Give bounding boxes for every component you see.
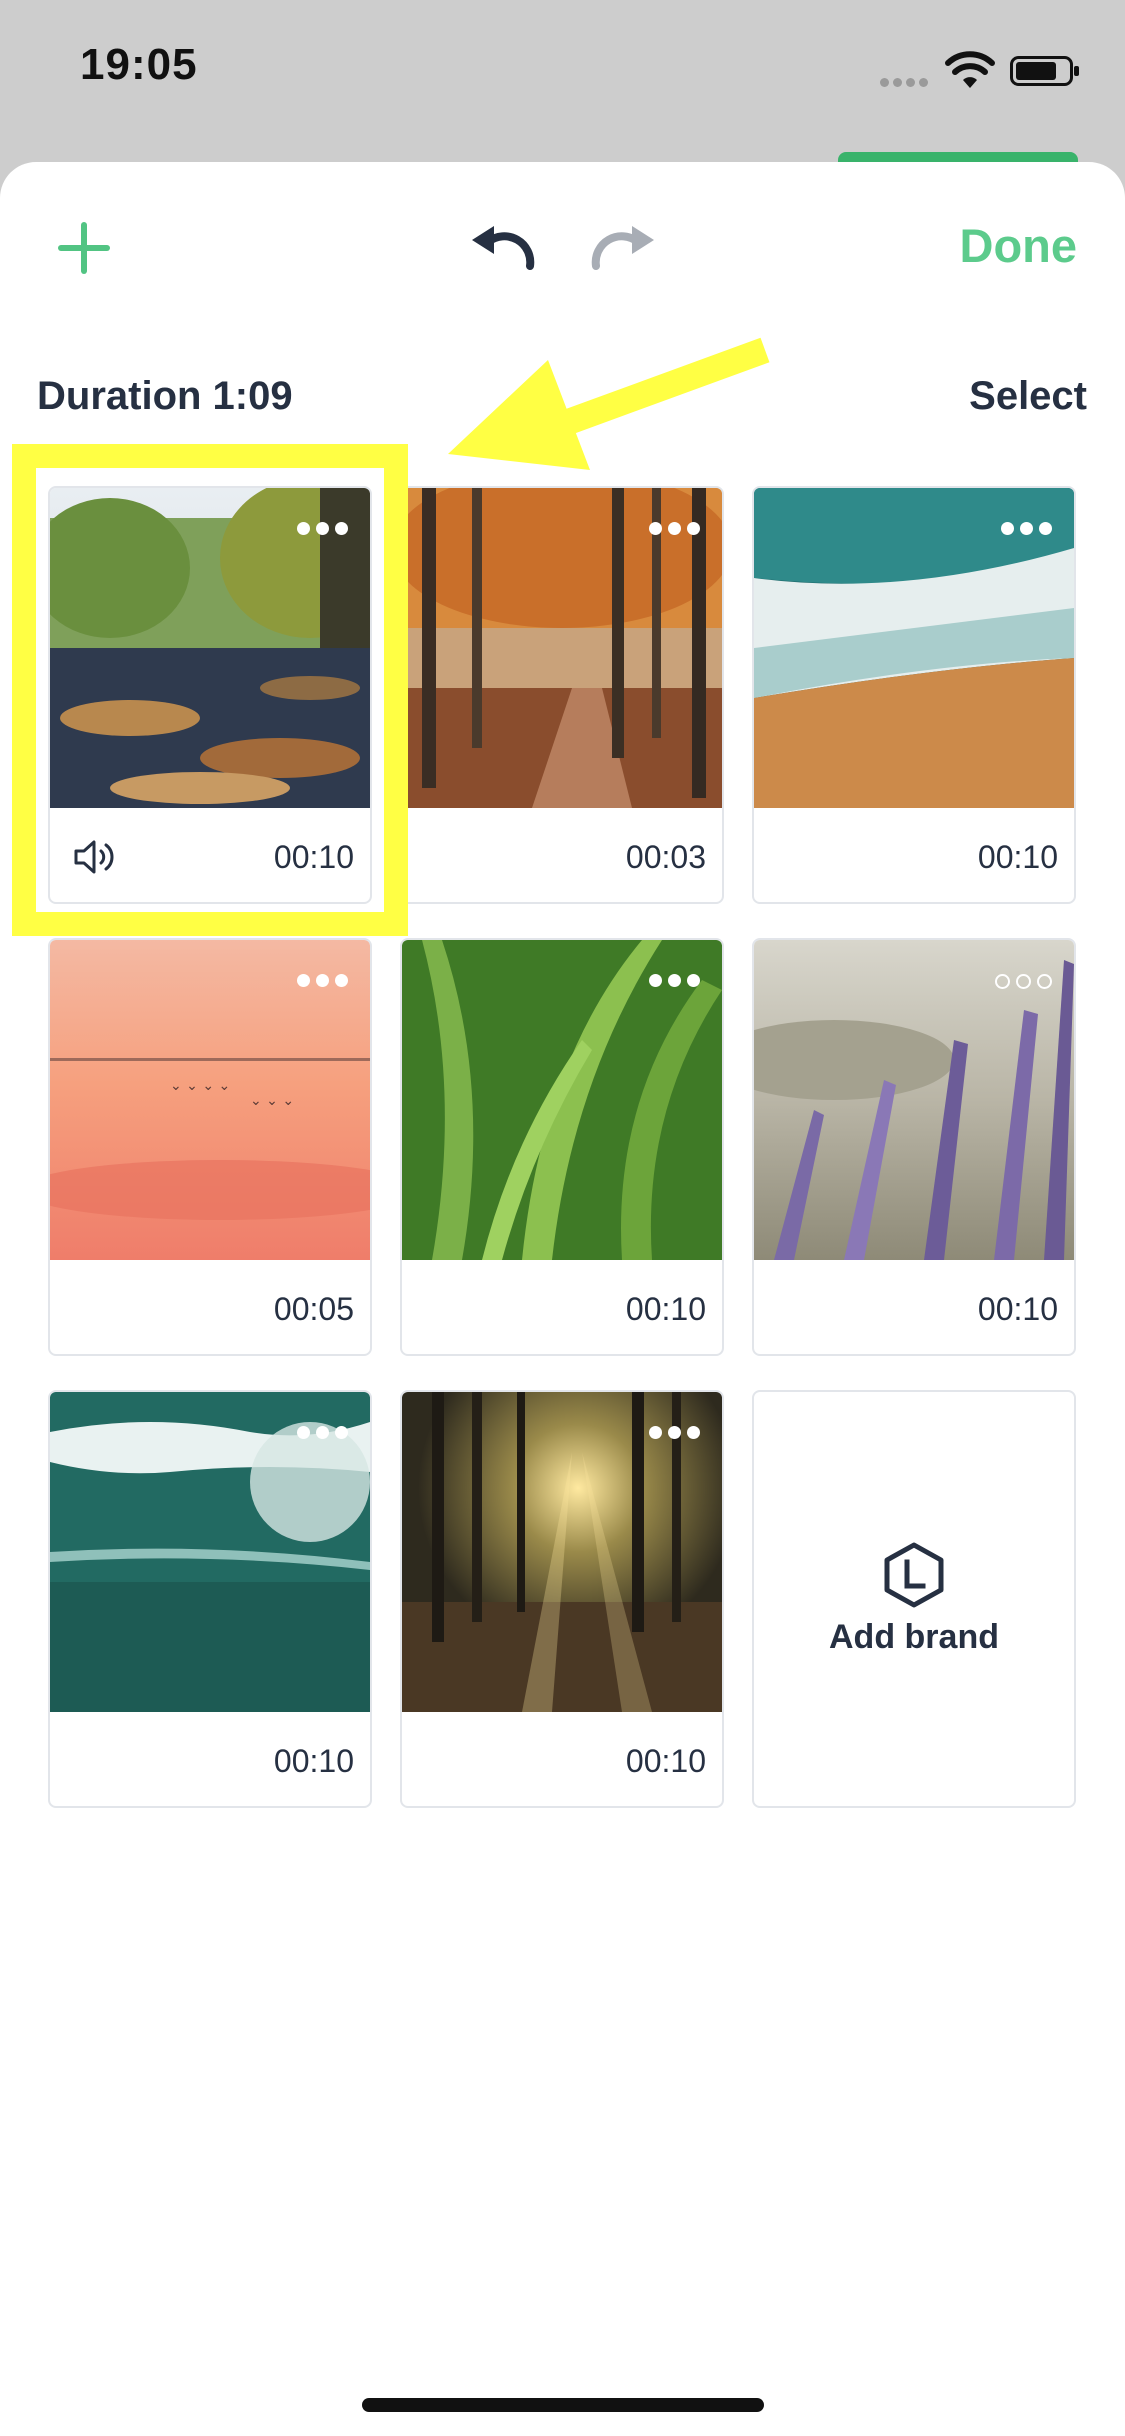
clip-card[interactable]: 00:10 bbox=[400, 1390, 724, 1808]
clip-duration: 00:10 bbox=[625, 1743, 706, 1779]
highlight-box bbox=[12, 444, 408, 936]
clip-duration: 00:10 bbox=[977, 839, 1058, 875]
status-time: 19:05 bbox=[80, 40, 198, 89]
clip-more-icon[interactable] bbox=[649, 522, 700, 535]
clip-card[interactable]: 00:10 bbox=[48, 1390, 372, 1808]
clip-duration: 00:10 bbox=[273, 1743, 354, 1779]
clip-thumbnail bbox=[402, 488, 722, 808]
clip-more-icon[interactable] bbox=[649, 974, 700, 987]
duration-label: Duration 1:09 bbox=[37, 374, 293, 418]
pointer-arrow-icon bbox=[448, 337, 770, 470]
clip-duration: 00:10 bbox=[977, 1291, 1058, 1327]
signal-icon bbox=[880, 74, 934, 87]
redo-icon[interactable] bbox=[588, 220, 658, 274]
undo-icon[interactable] bbox=[468, 220, 538, 274]
add-brand-label: Add brand bbox=[829, 1617, 999, 1656]
svg-text:⌄ ⌄ ⌄ ⌄: ⌄ ⌄ ⌄ ⌄ bbox=[170, 1078, 230, 1094]
battery-icon bbox=[1010, 56, 1079, 86]
home-indicator bbox=[362, 2398, 764, 2412]
clip-thumbnail bbox=[754, 488, 1074, 808]
done-button[interactable]: Done bbox=[960, 218, 1078, 273]
wifi-icon bbox=[945, 51, 995, 88]
clip-more-icon[interactable] bbox=[649, 1426, 700, 1439]
clip-more-icon[interactable] bbox=[297, 974, 348, 987]
clip-thumbnail bbox=[402, 940, 722, 1260]
clip-card[interactable]: 00:03 bbox=[400, 486, 724, 904]
clip-card[interactable]: 00:10 bbox=[752, 486, 1076, 904]
clip-duration: 00:03 bbox=[625, 839, 706, 875]
clip-more-icon[interactable] bbox=[297, 1426, 348, 1439]
status-bar: 19:05 bbox=[0, 0, 1125, 150]
clip-thumbnail bbox=[50, 1392, 370, 1712]
add-clip-button[interactable] bbox=[58, 222, 110, 274]
clip-duration: 00:05 bbox=[273, 1291, 354, 1327]
clip-card[interactable]: 00:10 bbox=[752, 938, 1076, 1356]
add-brand-card[interactable]: Add brand bbox=[752, 1390, 1076, 1808]
clip-more-icon[interactable] bbox=[1001, 522, 1052, 535]
clip-thumbnail: ⌄ ⌄ ⌄ ⌄ ⌄ ⌄ ⌄ bbox=[50, 940, 370, 1260]
brand-hexagon-icon bbox=[884, 1542, 944, 1607]
svg-text:⌄ ⌄ ⌄: ⌄ ⌄ ⌄ bbox=[250, 1093, 294, 1109]
clip-card[interactable]: 00:10 bbox=[400, 938, 724, 1356]
clip-thumbnail bbox=[402, 1392, 722, 1712]
clip-card[interactable]: ⌄ ⌄ ⌄ ⌄ ⌄ ⌄ ⌄ 00:05 bbox=[48, 938, 372, 1356]
clip-duration: 00:10 bbox=[625, 1291, 706, 1327]
clip-more-icon[interactable] bbox=[995, 974, 1052, 989]
select-button[interactable]: Select bbox=[969, 374, 1087, 419]
